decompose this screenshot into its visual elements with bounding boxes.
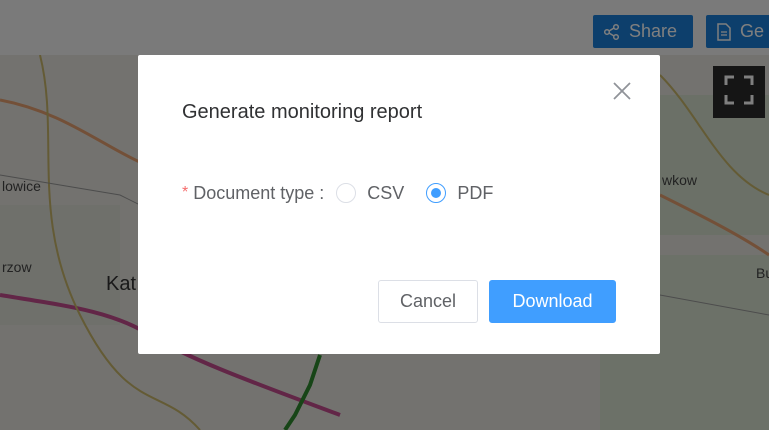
document-type-label: Document type : [193,182,325,203]
radio-csv[interactable]: CSV [336,183,404,204]
dialog-title: Generate monitoring report [182,101,423,123]
close-icon [613,81,631,105]
download-button[interactable]: Download [489,280,616,323]
radio-csv-label[interactable]: CSV [367,183,404,204]
document-type-field: * Document type : CSV PDF [182,181,515,205]
close-button[interactable] [611,81,633,105]
radio-pdf-circle[interactable] [426,183,447,203]
radio-pdf-label[interactable]: PDF [457,183,493,204]
cancel-button[interactable]: Cancel [378,280,478,323]
radio-pdf[interactable]: PDF [426,183,493,204]
radio-selected-dot [431,188,442,198]
radio-csv-circle[interactable] [336,183,357,203]
report-dialog: Generate monitoring report * Document ty… [138,55,660,354]
required-mark: * [182,184,189,201]
